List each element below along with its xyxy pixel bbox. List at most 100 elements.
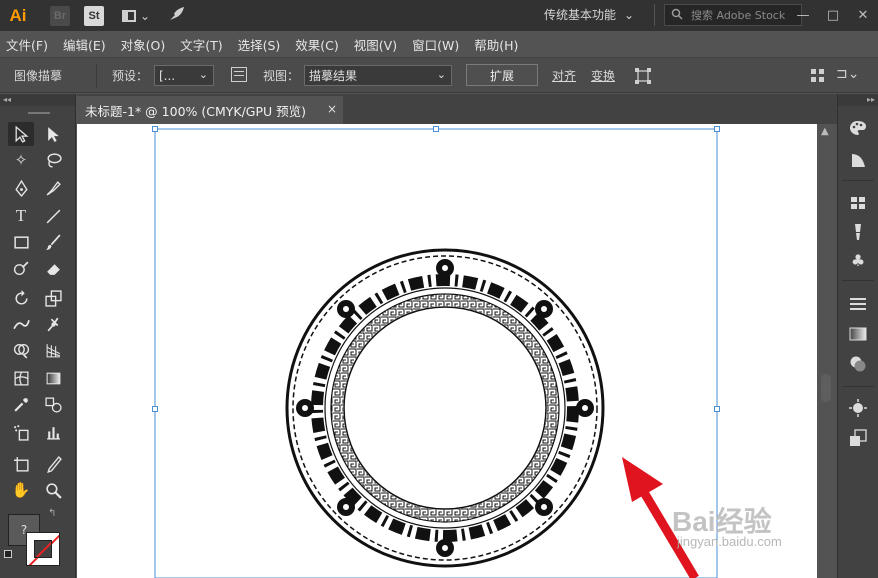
stroke-panel-icon[interactable] [848, 294, 868, 314]
layout-grid-icon [122, 9, 136, 22]
document-tab-bar: 未标题-1* @ 100% (CMYK/GPU 预览) × [77, 94, 837, 124]
stock-button[interactable]: St [84, 5, 104, 26]
default-colors-icon[interactable] [4, 550, 12, 558]
curvature-tool-icon[interactable] [40, 176, 66, 200]
artboard-canvas[interactable]: Bai经验 jingyan.baidu.com [77, 124, 817, 578]
arrange-icon[interactable] [810, 68, 826, 87]
menu-type[interactable]: 文字(T) [180, 35, 222, 54]
preset-dropdown[interactable]: [... ⌄ [154, 65, 214, 86]
collapse-panel-icon[interactable]: ◂◂ [0, 94, 75, 106]
color-panel-icon[interactable] [848, 118, 868, 138]
illustrator-window: Ai Br St ⌄ 传统基本功能 ⌄ 搜索 Adobe Stock — □ ✕… [0, 0, 878, 578]
workspace-switcher[interactable]: 传统基本功能 ⌄ [544, 6, 634, 23]
artboard-tool-icon[interactable] [8, 452, 34, 476]
menu-effect[interactable]: 效果(C) [295, 35, 338, 54]
scroll-up-icon[interactable]: ▲ [821, 126, 829, 137]
stroke-swatch[interactable] [26, 532, 60, 566]
menu-select[interactable]: 选择(S) [238, 35, 281, 54]
traced-ornament-ring[interactable] [285, 248, 605, 568]
fill-stroke-widget: ? [4, 512, 64, 572]
menu-view[interactable]: 视图(V) [354, 35, 397, 54]
eraser-tool-icon[interactable] [40, 256, 66, 280]
transform-link[interactable]: 变换 [591, 67, 615, 84]
panel-grip[interactable] [28, 112, 50, 114]
selection-tool-icon[interactable] [8, 122, 34, 146]
search-icon [671, 8, 685, 23]
dock-divider [842, 180, 874, 181]
column-graph-tool-icon[interactable] [40, 420, 66, 444]
scale-tool-icon[interactable] [40, 286, 66, 310]
document-tab[interactable]: 未标题-1* @ 100% (CMYK/GPU 预览) × [77, 96, 343, 124]
type-tool-icon[interactable]: T [8, 204, 34, 228]
view-dropdown[interactable]: 描摹结果 ⌄ [304, 65, 452, 86]
close-window-button[interactable]: ✕ [848, 0, 878, 31]
slice-tool-icon[interactable] [40, 452, 66, 476]
menu-help[interactable]: 帮助(H) [474, 35, 518, 54]
preset-label: 预设： [112, 69, 149, 83]
brushes-panel-icon[interactable] [848, 222, 868, 242]
dock-divider [842, 280, 874, 281]
image-trace-panel-icon[interactable] [231, 67, 247, 82]
shaper-tool-icon[interactable] [8, 256, 34, 280]
line-segment-tool-icon[interactable] [40, 204, 66, 228]
swatches-panel-icon[interactable] [848, 193, 868, 213]
hand-tool-icon[interactable]: ✋ [8, 478, 34, 502]
bridge-button[interactable]: Br [50, 5, 70, 26]
width-tool-icon[interactable] [8, 312, 34, 336]
menu-bar: 文件(F) 编辑(E) 对象(O) 文字(T) 选择(S) 效果(C) 视图(V… [0, 31, 878, 57]
expand-panels-icon[interactable]: ▸▸ [838, 94, 878, 106]
title-divider [654, 4, 655, 26]
gpu-performance-icon[interactable] [168, 6, 186, 26]
rectangle-tool-icon[interactable] [8, 230, 34, 254]
mesh-tool-icon[interactable] [8, 366, 34, 390]
close-tab-icon[interactable]: × [327, 102, 337, 116]
chevron-down-icon: ⌄ [624, 7, 635, 22]
tools-panel: ◂◂ ✧ T ✋ ↰ ? [0, 94, 76, 578]
graphic-styles-panel-icon[interactable] [848, 428, 868, 448]
preset-value: [... [159, 68, 176, 83]
gradient-tool-icon[interactable] [40, 366, 66, 390]
zoom-tool-icon[interactable] [40, 478, 66, 502]
transparency-panel-icon[interactable] [848, 354, 868, 374]
window-controls: — □ ✕ [788, 0, 878, 31]
app-logo: Ai [9, 5, 27, 25]
menu-file[interactable]: 文件(F) [6, 35, 48, 54]
perspective-grid-tool-icon[interactable] [40, 338, 66, 362]
appearance-panel-icon[interactable] [848, 398, 868, 418]
minimize-button[interactable]: — [788, 0, 818, 31]
align-link[interactable]: 对齐 [552, 67, 576, 84]
isolate-icon[interactable] [634, 67, 652, 88]
arrange-documents-button[interactable]: ⌄ [122, 9, 150, 23]
menu-window[interactable]: 窗口(W) [412, 35, 459, 54]
pen-tool-icon[interactable] [8, 176, 34, 200]
puppet-warp-tool-icon[interactable] [40, 312, 66, 336]
gradient-panel-icon[interactable] [848, 324, 868, 344]
workspace-label: 传统基本功能 [544, 8, 617, 22]
title-bar: Ai Br St ⌄ 传统基本功能 ⌄ 搜索 Adobe Stock — □ ✕ [0, 0, 878, 31]
chevron-down-icon: ⌄ [198, 68, 208, 81]
control-bar: 图像描摹 预设： [... ⌄ 视图： 描摹结果 ⌄ 扩展 对齐 变换 ⊐⌄ [0, 57, 878, 93]
menu-edit[interactable]: 编辑(E) [63, 35, 106, 54]
symbols-panel-icon[interactable]: ♣ [848, 250, 868, 270]
lasso-tool-icon[interactable] [40, 148, 66, 172]
eyedropper-tool-icon[interactable] [8, 392, 34, 416]
magic-wand-tool-icon[interactable]: ✧ [8, 148, 34, 172]
control-divider [96, 64, 97, 88]
rotate-tool-icon[interactable] [8, 286, 34, 310]
expand-button[interactable]: 扩展 [466, 64, 538, 86]
paintbrush-tool-icon[interactable] [40, 230, 66, 254]
maximize-button[interactable]: □ [818, 0, 848, 31]
panel-menu-icon[interactable]: ⊐⌄ [836, 66, 859, 82]
vertical-scrollbar[interactable]: ▲ [817, 124, 837, 578]
direct-selection-tool-icon[interactable] [40, 122, 66, 146]
document-tab-title: 未标题-1* @ 100% (CMYK/GPU 预览) [85, 103, 307, 119]
menu-object[interactable]: 对象(O) [121, 35, 166, 54]
stock-search-input[interactable]: 搜索 Adobe Stock [664, 4, 802, 26]
symbol-sprayer-tool-icon[interactable] [8, 420, 34, 444]
color-guide-panel-icon[interactable] [848, 150, 868, 170]
dock-divider [842, 386, 874, 387]
chevron-down-icon: ⌄ [436, 68, 446, 81]
blend-tool-icon[interactable] [40, 392, 66, 416]
shape-builder-tool-icon[interactable] [8, 338, 34, 362]
scrollbar-thumb[interactable] [821, 374, 831, 402]
